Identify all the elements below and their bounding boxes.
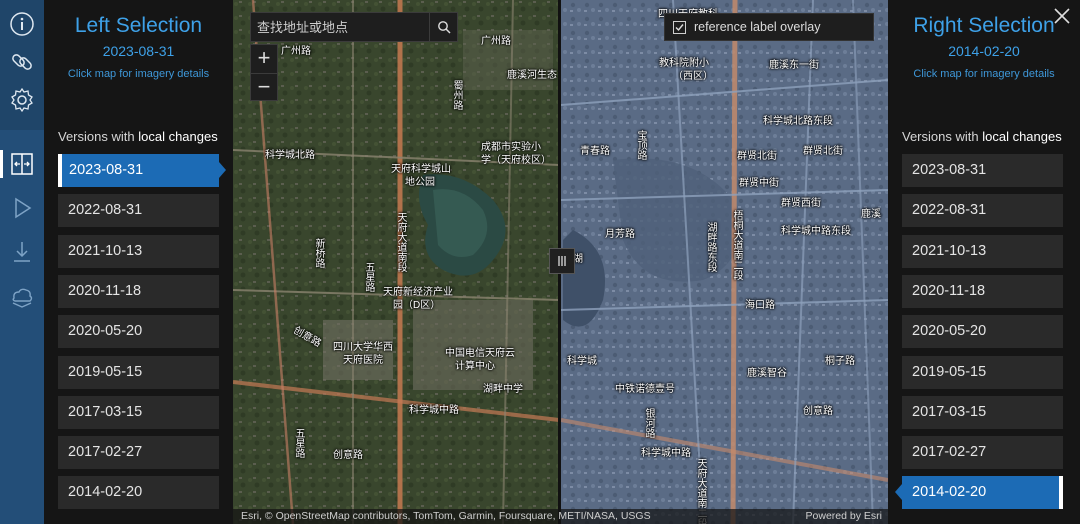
map-label: 天府大道南段 bbox=[395, 212, 406, 272]
version-item[interactable]: 2021-10-13 bbox=[902, 234, 1063, 268]
map-label: 科学城 bbox=[567, 356, 597, 367]
zoom-out-button[interactable]: − bbox=[251, 74, 277, 102]
map-label: 青春路 bbox=[580, 146, 610, 157]
map-label: 地公园 bbox=[405, 177, 435, 188]
reference-overlay-toggle[interactable]: reference label overlay bbox=[664, 13, 874, 41]
left-imagery-hint: Click map for imagery details bbox=[67, 68, 210, 80]
search-button[interactable] bbox=[429, 13, 457, 41]
close-icon[interactable] bbox=[1052, 6, 1072, 26]
version-item[interactable]: 2022-08-31 bbox=[58, 194, 219, 228]
map-label: 群贤西街 bbox=[781, 198, 821, 209]
map-label: （西区） bbox=[673, 71, 713, 82]
map-label: 科学城北路 bbox=[265, 150, 315, 161]
map-label: 鹿溪 bbox=[861, 209, 881, 220]
map-attribution: Esri, © OpenStreetMap contributors, TomT… bbox=[233, 509, 888, 524]
map-label: 蜀州路 bbox=[451, 80, 462, 110]
version-item[interactable]: 2014-02-20 bbox=[895, 476, 1063, 510]
search-icon bbox=[437, 21, 451, 34]
settings-icon[interactable] bbox=[8, 86, 36, 114]
version-item[interactable]: 2020-05-20 bbox=[902, 315, 1063, 349]
map-label: 鹿溪智谷 bbox=[747, 368, 787, 379]
map-label: 计算中心 bbox=[455, 361, 495, 372]
left-selection-panel: Left Selection 2023-08-31 Click map for … bbox=[44, 0, 233, 524]
active-tool-indicator bbox=[0, 150, 3, 178]
map-label: 创意路 bbox=[333, 450, 363, 461]
version-item[interactable]: 2020-05-20 bbox=[58, 315, 219, 349]
map-label: 群贤北街 bbox=[737, 151, 777, 162]
right-versions-heading: Versions with local changes bbox=[902, 129, 1062, 144]
map-label: 学（天府校区） bbox=[481, 155, 551, 166]
version-item[interactable]: 2020-11-18 bbox=[58, 274, 219, 308]
left-versions-heading: Versions with local changes bbox=[58, 129, 218, 144]
layers-cloud-icon[interactable] bbox=[8, 283, 36, 311]
map-label: 五星路 bbox=[293, 428, 304, 458]
zoom-in-button[interactable]: + bbox=[251, 45, 277, 74]
swipe-map[interactable]: 广州路 广州路 蜀州路 鹿溪河生态 科学城北路 天府科学城山 地公园 成都市实验… bbox=[233, 0, 888, 524]
overlay-label: reference label overlay bbox=[694, 20, 821, 34]
map-label: 科学城中路 bbox=[409, 405, 459, 416]
right-imagery-hint: Click map for imagery details bbox=[913, 68, 1055, 80]
version-item[interactable]: 2017-03-15 bbox=[902, 395, 1063, 429]
versions-prefix: Versions with bbox=[902, 129, 979, 144]
map-label: 鹿溪东一街 bbox=[769, 60, 819, 71]
version-item[interactable]: 2017-02-27 bbox=[58, 436, 219, 470]
version-item[interactable]: 2022-08-31 bbox=[902, 194, 1063, 228]
checkmark-icon bbox=[675, 23, 684, 31]
map-label: 鹿溪河生态 bbox=[507, 70, 557, 81]
map-label: 群贤中街 bbox=[739, 178, 779, 189]
search-input[interactable] bbox=[251, 13, 431, 41]
play-icon[interactable] bbox=[8, 194, 36, 222]
map-label: 五星路 bbox=[363, 262, 374, 292]
map-label: 科学城北路东段 bbox=[763, 116, 833, 127]
version-item[interactable]: 2017-03-15 bbox=[58, 395, 219, 429]
map-label: 海口路 bbox=[745, 300, 775, 311]
powered-by[interactable]: Powered by Esri bbox=[806, 509, 882, 524]
version-item[interactable]: 2014-02-20 bbox=[58, 476, 219, 510]
map-label: 中铁诺德壹号 bbox=[615, 384, 675, 395]
map-label: 群贤北街 bbox=[803, 146, 843, 157]
info-icon[interactable] bbox=[8, 10, 36, 38]
version-item[interactable]: 2023-08-31 bbox=[58, 154, 226, 187]
map-label: 新桥路 bbox=[313, 238, 324, 268]
right-selection-panel: Right Selection 2014-02-20 Click map for… bbox=[888, 0, 1080, 524]
map-label: 湖畔中学 bbox=[483, 384, 523, 395]
overlay-checkbox[interactable] bbox=[673, 20, 686, 34]
swipe-compare-icon[interactable] bbox=[8, 150, 36, 178]
left-selected-date: 2023-08-31 bbox=[102, 43, 175, 59]
version-item[interactable]: 2020-11-18 bbox=[902, 274, 1063, 308]
versions-prefix: Versions with bbox=[58, 129, 135, 144]
map-label: 创意路 bbox=[803, 406, 833, 417]
download-icon[interactable] bbox=[8, 238, 36, 266]
map-label: 园（D区） bbox=[393, 300, 441, 311]
drag-handle-icon bbox=[558, 256, 566, 266]
map-label: 科学城中路 bbox=[641, 448, 691, 459]
version-item[interactable]: 2017-02-27 bbox=[902, 436, 1063, 470]
search-box bbox=[250, 12, 458, 42]
zoom-controls: + − bbox=[250, 44, 278, 101]
versions-highlight: local changes bbox=[138, 129, 218, 144]
map-label: 梧桐大道南二段 bbox=[731, 210, 742, 280]
map-label: 湖畔路东段 bbox=[705, 222, 716, 272]
map-label: 广州路 bbox=[281, 46, 311, 57]
link-icon[interactable] bbox=[8, 48, 36, 76]
swipe-handle[interactable] bbox=[549, 248, 575, 274]
attribution-text: Esri, © OpenStreetMap contributors, TomT… bbox=[241, 510, 651, 522]
tool-rail bbox=[0, 0, 44, 524]
right-selected-date: 2014-02-20 bbox=[948, 43, 1020, 59]
map-label: 广州路 bbox=[481, 36, 511, 47]
map-label: 月芳路 bbox=[605, 229, 635, 240]
version-item[interactable]: 2021-10-13 bbox=[58, 234, 219, 268]
left-panel-title: Left Selection bbox=[74, 14, 203, 37]
map-label: 科学城中路东段 bbox=[781, 226, 851, 237]
map-label: 天府医院 bbox=[343, 355, 383, 366]
map-label: 桐子路 bbox=[825, 356, 855, 367]
versions-highlight: local changes bbox=[982, 129, 1062, 144]
version-item[interactable]: 2023-08-31 bbox=[902, 154, 1063, 187]
map-label: 宝顶路 bbox=[635, 130, 646, 160]
version-item[interactable]: 2019-05-15 bbox=[58, 355, 219, 389]
version-item[interactable]: 2019-05-15 bbox=[902, 355, 1063, 389]
map-label: 银河路 bbox=[643, 408, 654, 438]
